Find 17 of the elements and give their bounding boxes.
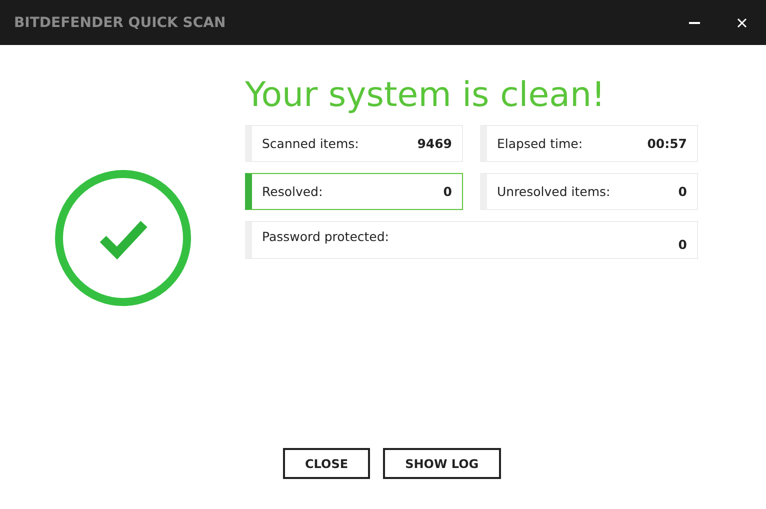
stat-label: Password protected:	[262, 229, 390, 244]
window-title: BITDEFENDER QUICK SCAN	[14, 14, 227, 30]
close-icon	[737, 18, 747, 28]
stat-value: 0	[678, 237, 687, 252]
minimize-icon	[688, 22, 700, 24]
stat-value: 0	[678, 184, 687, 199]
stat-label: Unresolved items:	[497, 184, 610, 199]
stat-label: Resolved:	[262, 184, 323, 199]
close-button[interactable]: CLOSE	[283, 448, 370, 479]
stat-label: Elapsed time:	[497, 136, 583, 151]
stat-value: 0	[443, 184, 452, 199]
stat-value: 00:57	[647, 136, 687, 151]
stat-label: Scanned items:	[262, 136, 359, 151]
show-log-button[interactable]: SHOW LOG	[383, 448, 501, 479]
check-circle-icon	[54, 169, 192, 307]
stat-value: 9469	[417, 136, 452, 151]
status-heading: Your system is clean!	[245, 75, 606, 115]
